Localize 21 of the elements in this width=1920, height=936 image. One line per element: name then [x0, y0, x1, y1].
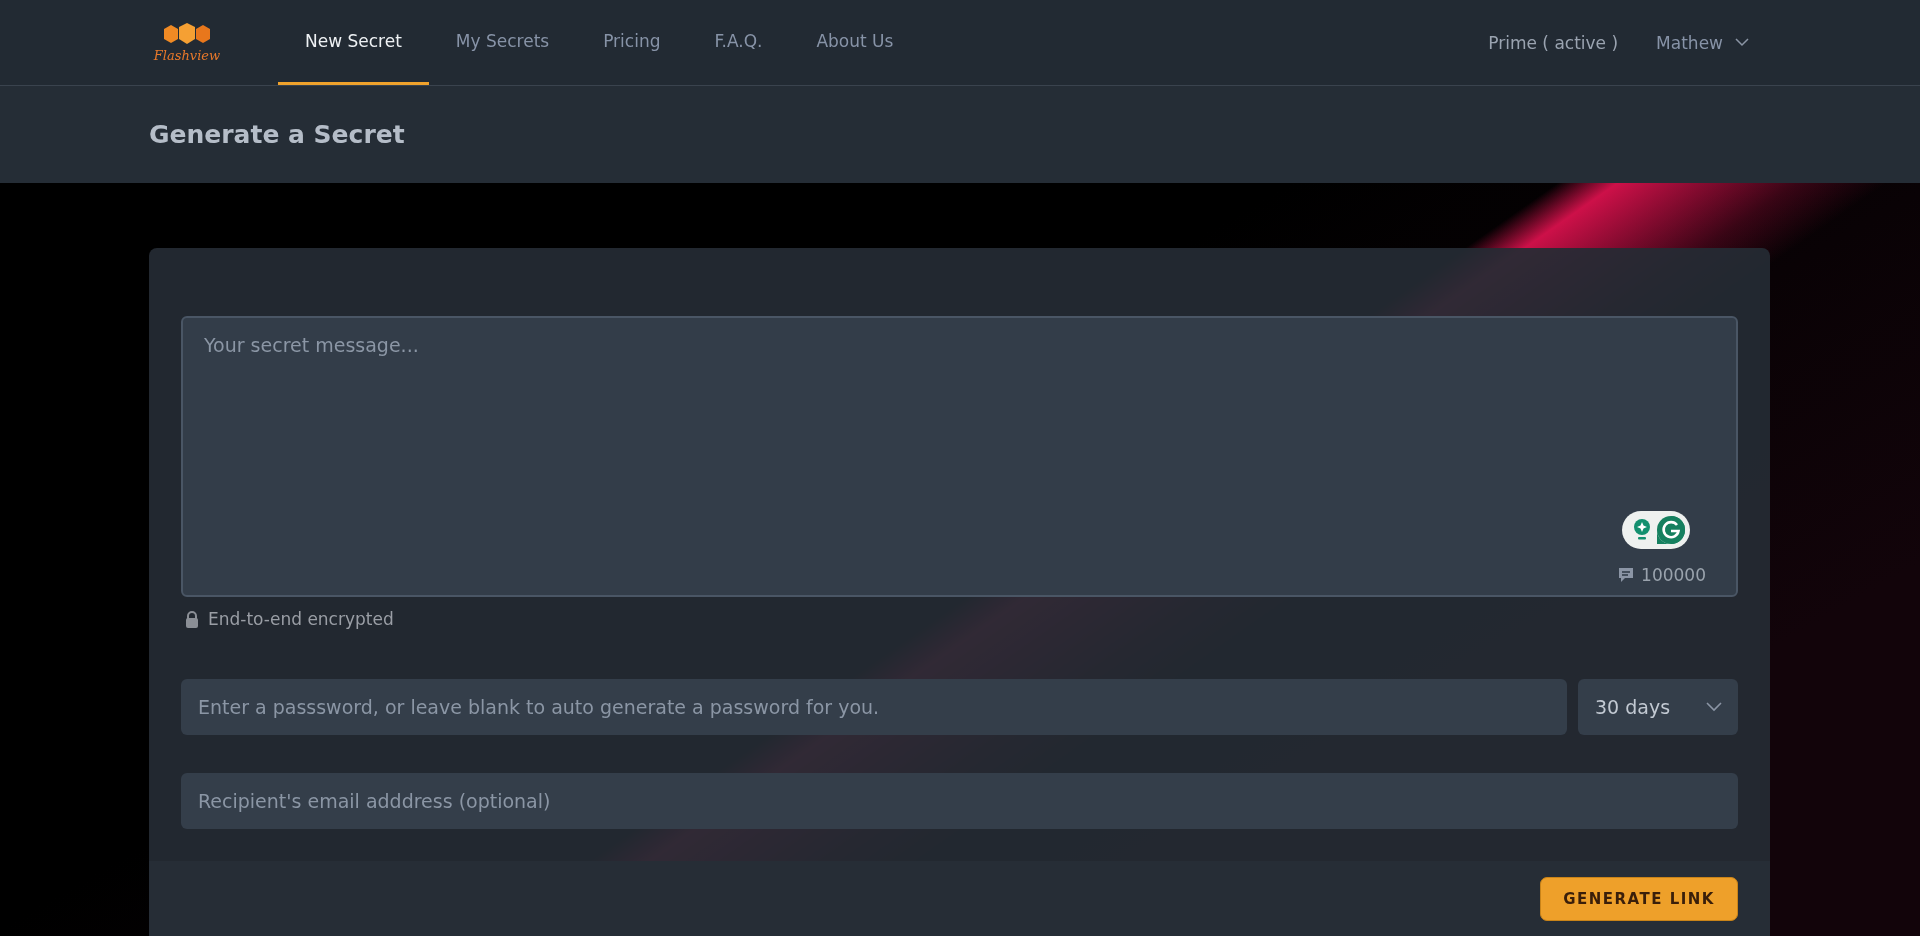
grammar-widget[interactable] — [1622, 511, 1690, 549]
nav-tab[interactable]: Pricing — [576, 0, 688, 85]
lightbulb-icon — [1632, 518, 1652, 542]
user-menu[interactable]: Mathew — [1650, 31, 1755, 54]
password-field[interactable]: Enter a passsword, or leave blank to auto generate a password for you. — [181, 679, 1567, 735]
email-field[interactable]: Recipient's email adddress (optional) — [181, 773, 1738, 829]
plan-status: Prime ( active ) — [1488, 32, 1619, 53]
chevron-down-icon — [1735, 38, 1749, 47]
nav-tab[interactable]: F.A.Q. — [687, 0, 790, 85]
chevron-down-icon — [1706, 702, 1722, 712]
comment-icon — [1617, 566, 1636, 584]
encryption-note: End-to-end encrypted — [208, 609, 394, 629]
expiry-select[interactable]: 30 days — [1578, 679, 1738, 735]
page-title: Generate a Secret — [149, 120, 405, 149]
character-count: 100000 — [1641, 565, 1706, 585]
nav-tab[interactable]: My Secrets — [428, 0, 577, 85]
generate-link-button[interactable]: GENERATE LINK — [1540, 877, 1738, 921]
lock-icon — [185, 610, 199, 628]
g-letter-icon — [1656, 515, 1686, 545]
nav-tab[interactable]: About Us — [789, 0, 921, 85]
logo-wordmark[interactable]: Flashview — [153, 48, 221, 63]
